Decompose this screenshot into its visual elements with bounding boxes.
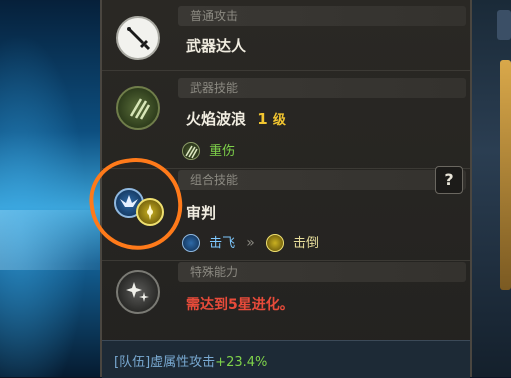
category-label: 组合技能 [178, 170, 466, 190]
team-prefix: [队伍] [114, 355, 151, 370]
team-bonus-bar: [队伍]虚属性攻击+23.4% [102, 340, 470, 378]
team-bonus-label: 虚属性攻击 [150, 355, 216, 370]
category-label: 武器技能 [178, 78, 466, 98]
chevron-right-icon: » [246, 235, 255, 251]
skill-level: 1 [257, 110, 268, 128]
background-scene-right [470, 0, 511, 377]
background-scene-left [0, 0, 100, 377]
team-bonus-value: +23.4% [215, 355, 268, 370]
claw-slash-icon[interactable] [116, 86, 160, 130]
skill-name-line: 火焰波浪 1 级 [186, 108, 286, 129]
sword-icon[interactable] [116, 16, 160, 60]
skill-name: 武器达人 [186, 37, 247, 55]
skill-name: 审判 [186, 204, 217, 222]
claw-slash-icon [182, 141, 200, 160]
skill-weapon: 武器技能 火焰波浪 1 级 重伤 [102, 70, 470, 168]
requirement-text: 需达到5星进化。 [186, 297, 294, 313]
help-button[interactable]: ? [435, 166, 463, 194]
chain-label: 击飞 [209, 236, 236, 251]
side-tab-top[interactable] [497, 10, 511, 40]
effect-row: 重伤 [182, 140, 235, 160]
wing-emblem-icon [182, 233, 200, 252]
skill-normal-attack: 普通攻击 武器达人 [102, 0, 470, 70]
effect-label: 重伤 [209, 144, 236, 159]
category-label: 特殊能力 [178, 262, 466, 282]
skill-name: 火焰波浪 [186, 110, 247, 128]
sparkle-icon[interactable] [116, 270, 160, 314]
team-bonus-text: [队伍]虚属性攻击+23.4% [114, 351, 267, 370]
chain-label: 击倒 [292, 236, 319, 251]
skill-special: 特殊能力 需达到5星进化。 [102, 260, 470, 340]
side-tab-gold[interactable] [500, 60, 511, 290]
skill-level-unit: 级 [272, 113, 286, 128]
knockdown-icon [265, 233, 284, 252]
combo-chain: 击飞 » 击倒 [182, 232, 319, 252]
category-label: 普通攻击 [178, 6, 466, 26]
